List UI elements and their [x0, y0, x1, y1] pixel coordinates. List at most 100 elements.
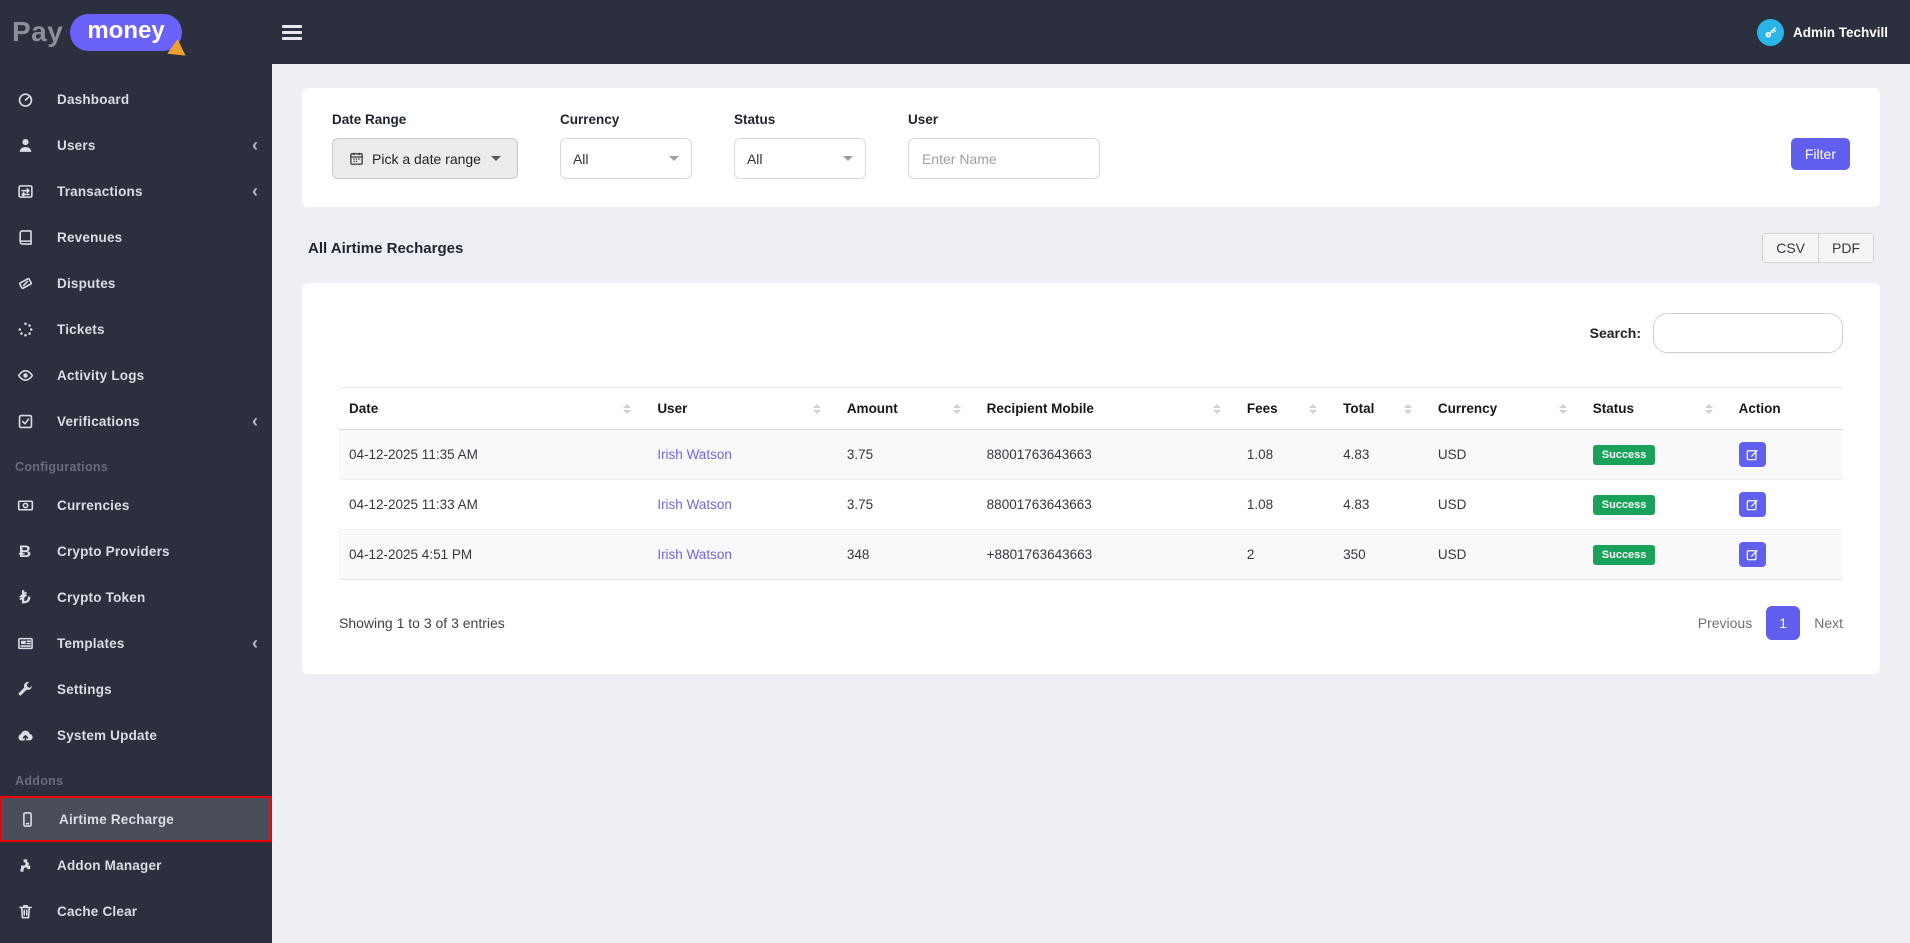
column-header-status[interactable]: Status	[1582, 387, 1729, 430]
cell-amount: 3.75	[836, 429, 977, 480]
sidebar-item-settings[interactable]: Settings	[0, 666, 272, 712]
sidebar-item-cache-clear[interactable]: Cache Clear	[0, 888, 272, 934]
pagination-previous[interactable]: Previous	[1698, 615, 1752, 631]
pagination-next[interactable]: Next	[1814, 615, 1843, 631]
status-badge: Success	[1592, 444, 1656, 465]
cell-status: Success	[1582, 529, 1729, 580]
cell-recipient-mobile: +8801763643663	[976, 529, 1237, 580]
cache-clear-icon	[15, 902, 35, 920]
filter-button[interactable]: Filter	[1790, 138, 1850, 170]
table-search: Search:	[339, 313, 1843, 353]
edit-button[interactable]	[1738, 492, 1766, 517]
sidebar-item-addon-manager[interactable]: Addon Manager	[0, 842, 272, 888]
sidebar-item-crypto-providers[interactable]: Ƀ Crypto Providers	[0, 528, 272, 574]
cell-total: 4.83	[1333, 479, 1428, 530]
cell-amount: 3.75	[836, 479, 977, 530]
sidebar-item-disputes[interactable]: Disputes	[0, 260, 272, 306]
cell-currency: USD	[1427, 479, 1583, 530]
cell-currency: USD	[1427, 429, 1583, 480]
verifications-icon	[15, 412, 35, 430]
export-pdf-button[interactable]: PDF	[1818, 233, 1874, 263]
date-range-picker[interactable]: Pick a date range	[332, 138, 518, 179]
sort-icon	[1704, 403, 1719, 414]
edit-icon	[1746, 549, 1758, 561]
sidebar-item-currencies[interactable]: Currencies	[0, 482, 272, 528]
table-header-row: Date User Amount Recipient Mobile Fees T…	[339, 387, 1843, 430]
cell-action	[1728, 429, 1843, 480]
crypto-token-icon: ₺	[19, 587, 31, 607]
table-footer: Showing 1 to 3 of 3 entries Previous 1 N…	[339, 606, 1843, 640]
table-row: 04-12-2025 11:33 AM Irish Watson 3.75 88…	[339, 479, 1843, 530]
brand-logo[interactable]: Pay money	[0, 0, 272, 64]
addon-manager-icon	[15, 856, 35, 874]
cell-recipient-mobile: 88001763643663	[976, 479, 1237, 530]
status-label: Status	[733, 112, 776, 127]
chevron-left-icon: ‹	[252, 135, 258, 155]
brand-money-pill: money	[70, 13, 191, 63]
disputes-icon	[15, 274, 35, 292]
brand-money-text: money	[87, 16, 165, 44]
topbar: Admin Techvill	[272, 0, 1910, 64]
hamburger-menu-icon[interactable]	[282, 22, 302, 43]
column-header-amount[interactable]: Amount	[836, 387, 977, 430]
date-range-label: Date Range	[332, 112, 407, 127]
caret-down-icon	[490, 156, 501, 161]
cell-date: 04-12-2025 11:35 AM	[339, 429, 648, 480]
crypto-providers-icon: Ƀ	[18, 541, 32, 561]
column-header-date[interactable]: Date	[339, 387, 648, 430]
cell-user: Irish Watson	[647, 429, 837, 480]
tickets-icon	[15, 320, 35, 338]
user-link[interactable]: Irish Watson	[657, 447, 732, 462]
column-header-currency[interactable]: Currency	[1427, 387, 1583, 430]
sidebar-item-users[interactable]: Users ‹	[0, 122, 272, 168]
user-link[interactable]: Irish Watson	[657, 547, 732, 562]
edit-button[interactable]	[1738, 442, 1766, 467]
sidebar-item-templates[interactable]: Templates ‹	[0, 620, 272, 666]
pagination: Previous 1 Next	[1698, 606, 1843, 640]
search-input[interactable]	[1653, 313, 1843, 353]
airtime-recharge-icon	[17, 810, 37, 828]
table-row: 04-12-2025 4:51 PM Irish Watson 348 +880…	[339, 529, 1843, 580]
currency-select[interactable]: All	[559, 138, 692, 179]
cell-fees: 2	[1236, 529, 1334, 580]
topbar-user-menu[interactable]: Admin Techvill	[1756, 18, 1888, 46]
sidebar-item-transactions[interactable]: Transactions ‹	[0, 168, 272, 214]
sidebar-item-verifications[interactable]: Verifications ‹	[0, 398, 272, 444]
chevron-left-icon: ‹	[252, 411, 258, 431]
sort-icon	[1212, 403, 1227, 414]
filter-group-currency: Currency All	[559, 112, 692, 179]
cell-fees: 1.08	[1236, 429, 1334, 480]
export-buttons: CSV PDF	[1762, 233, 1874, 263]
sidebar-item-airtime-recharge[interactable]: Airtime Recharge	[0, 796, 272, 842]
page-title: All Airtime Recharges	[308, 239, 464, 257]
cell-total: 350	[1333, 529, 1428, 580]
column-header-user[interactable]: User	[647, 387, 837, 430]
sidebar-item-activity-logs[interactable]: Activity Logs	[0, 352, 272, 398]
dashboard-icon	[15, 90, 35, 108]
sidebar-item-crypto-token[interactable]: ₺ Crypto Token	[0, 574, 272, 620]
sidebar-item-dashboard[interactable]: Dashboard	[0, 76, 272, 122]
export-csv-button[interactable]: CSV	[1762, 233, 1818, 263]
settings-icon	[15, 680, 35, 698]
date-range-value: Pick a date range	[372, 150, 481, 167]
sidebar-item-revenues[interactable]: Revenues	[0, 214, 272, 260]
status-badge: Success	[1592, 494, 1656, 515]
cell-action	[1728, 529, 1843, 580]
filter-panel: Date Range Pick a date range Currency Al…	[302, 88, 1880, 207]
column-header-recipient-mobile[interactable]: Recipient Mobile	[976, 387, 1237, 430]
sidebar-item-tickets[interactable]: Tickets	[0, 306, 272, 352]
column-header-total[interactable]: Total	[1333, 387, 1428, 430]
sidebar-section-addons: Addons	[15, 774, 64, 788]
status-select[interactable]: All	[733, 138, 866, 179]
pagination-page-1[interactable]: 1	[1766, 606, 1801, 640]
edit-button[interactable]	[1738, 542, 1766, 567]
avatar	[1756, 18, 1784, 46]
sidebar-item-system-update[interactable]: System Update	[0, 712, 272, 758]
user-link[interactable]: Irish Watson	[657, 497, 732, 512]
filter-group-status: Status All	[733, 112, 866, 179]
column-header-fees[interactable]: Fees	[1236, 387, 1334, 430]
user-name-input[interactable]	[907, 138, 1100, 179]
cell-total: 4.83	[1333, 429, 1428, 480]
edit-icon	[1746, 499, 1758, 511]
currency-label: Currency	[559, 112, 620, 127]
